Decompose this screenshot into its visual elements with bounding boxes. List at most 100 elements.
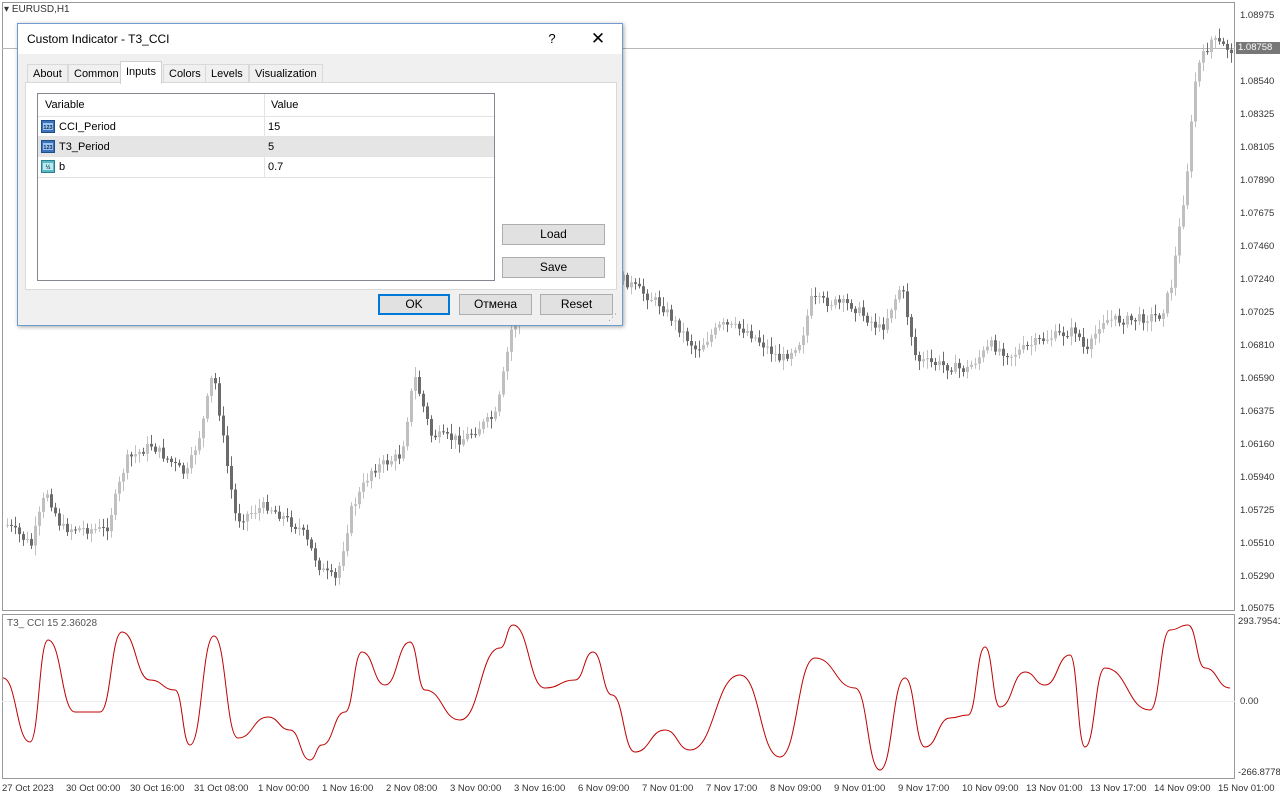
indicator-label: T3_ CCI 15 2.36028 — [7, 618, 98, 629]
price-tick: 1.05075 — [1240, 603, 1275, 614]
close-button[interactable]: ✕ — [584, 28, 612, 50]
candle-body — [1102, 323, 1105, 330]
candle-body — [318, 560, 321, 571]
help-button[interactable]: ? — [540, 28, 564, 50]
price-tick: 1.05510 — [1240, 538, 1275, 549]
candle-body — [118, 481, 121, 494]
price-tick: 1.06375 — [1240, 406, 1275, 417]
time-tick: 8 Nov 09:00 — [770, 783, 822, 794]
candle-body — [1206, 51, 1209, 53]
inputs-table[interactable]: Variable Value 123 CCI_Period 15 123 T3_… — [37, 93, 495, 281]
param-value[interactable]: 5 — [268, 137, 274, 157]
candle-body — [838, 299, 841, 303]
table-row[interactable]: 123 CCI_Period 15 — [38, 116, 494, 137]
tab-about[interactable]: About — [27, 64, 68, 83]
candle-body — [158, 447, 161, 452]
price-tick: 1.05290 — [1240, 571, 1275, 582]
save-button[interactable]: Save — [502, 257, 605, 278]
candle-body — [646, 293, 649, 301]
load-button[interactable]: Load — [502, 224, 605, 245]
candle-body — [874, 321, 877, 328]
candle-body — [86, 528, 89, 534]
candle-body — [246, 513, 249, 522]
candle-body — [126, 454, 129, 473]
tab-levels[interactable]: Levels — [205, 64, 249, 83]
candle-body — [454, 435, 457, 441]
candle-body — [702, 344, 705, 350]
candle-body — [290, 517, 293, 527]
candle-body — [1026, 345, 1029, 347]
dialog-titlebar[interactable]: Custom Indicator - T3_CCI ? ✕ — [18, 24, 622, 54]
param-value[interactable]: 0.7 — [268, 157, 283, 177]
price-tick: 1.07025 — [1240, 307, 1275, 318]
ok-button[interactable]: OK — [378, 294, 450, 315]
candle-body — [218, 383, 221, 416]
candle-body — [222, 415, 225, 436]
candle-body — [226, 435, 229, 466]
candle-body — [1022, 345, 1025, 350]
candle-body — [30, 539, 33, 546]
candle-body — [1082, 337, 1085, 347]
candle-body — [66, 523, 69, 533]
candle-body — [650, 299, 653, 301]
time-tick: 6 Nov 09:00 — [578, 783, 630, 794]
candle-body — [878, 324, 881, 328]
candle-body — [170, 458, 173, 463]
tab-colors[interactable]: Colors — [163, 64, 207, 83]
price-tick: 1.07460 — [1240, 241, 1275, 252]
candle-body — [106, 527, 109, 532]
dropdown-triangle-icon[interactable]: ▾ — [4, 4, 9, 15]
tab-common[interactable]: Common — [68, 64, 125, 83]
candle-body — [382, 460, 385, 465]
candle-body — [754, 337, 757, 339]
time-tick: 15 Nov 01:00 — [1218, 783, 1275, 794]
candle-body — [1182, 205, 1185, 227]
price-tick: 1.08975 — [1240, 10, 1275, 21]
table-row[interactable]: 123 T3_Period 5 — [38, 136, 494, 157]
time-tick: 9 Nov 17:00 — [898, 783, 950, 794]
candle-body — [134, 454, 137, 457]
resize-grip-icon[interactable]: ⋰ — [608, 312, 617, 323]
candle-body — [1042, 338, 1045, 341]
tab-visualization[interactable]: Visualization — [249, 64, 323, 83]
candle-body — [486, 416, 489, 422]
column-header-value[interactable]: Value — [271, 94, 298, 116]
time-tick: 31 Oct 08:00 — [194, 783, 249, 794]
candle-body — [430, 418, 433, 436]
candle-body — [378, 464, 381, 473]
svg-text:123: 123 — [43, 145, 52, 151]
candle-body — [862, 307, 865, 316]
column-header-variable[interactable]: Variable — [45, 94, 85, 116]
candle-body — [314, 548, 317, 561]
svg-text:123: 123 — [43, 125, 52, 131]
candle-body — [766, 346, 769, 348]
candle-body — [142, 451, 145, 454]
candle-body — [182, 465, 185, 474]
candle-body — [302, 527, 305, 530]
candle-body — [94, 529, 97, 531]
candle-body — [750, 330, 753, 339]
candle-body — [778, 353, 781, 361]
candle-body — [190, 455, 193, 469]
candle-body — [758, 337, 761, 343]
candle-body — [210, 378, 213, 396]
candle-body — [1110, 319, 1113, 321]
candle-body — [22, 534, 25, 540]
candle-body — [374, 470, 377, 473]
candle-body — [358, 491, 361, 505]
svg-text:½: ½ — [45, 164, 50, 171]
tab-inputs[interactable]: Inputs — [120, 61, 162, 84]
candle-body — [414, 376, 417, 391]
candle-body — [870, 321, 873, 323]
time-tick: 2 Nov 08:00 — [386, 783, 438, 794]
candle-body — [98, 527, 101, 530]
table-row[interactable]: ½ b 0.7 — [38, 156, 494, 178]
reset-button[interactable]: Reset — [540, 294, 613, 315]
candle-body — [34, 525, 37, 546]
candle-body — [254, 513, 257, 515]
price-tick: 1.05940 — [1240, 472, 1275, 483]
param-name: CCI_Period — [59, 121, 116, 133]
candle-body — [466, 433, 469, 440]
param-value[interactable]: 15 — [268, 117, 280, 137]
cancel-button[interactable]: Отмена — [459, 294, 532, 315]
